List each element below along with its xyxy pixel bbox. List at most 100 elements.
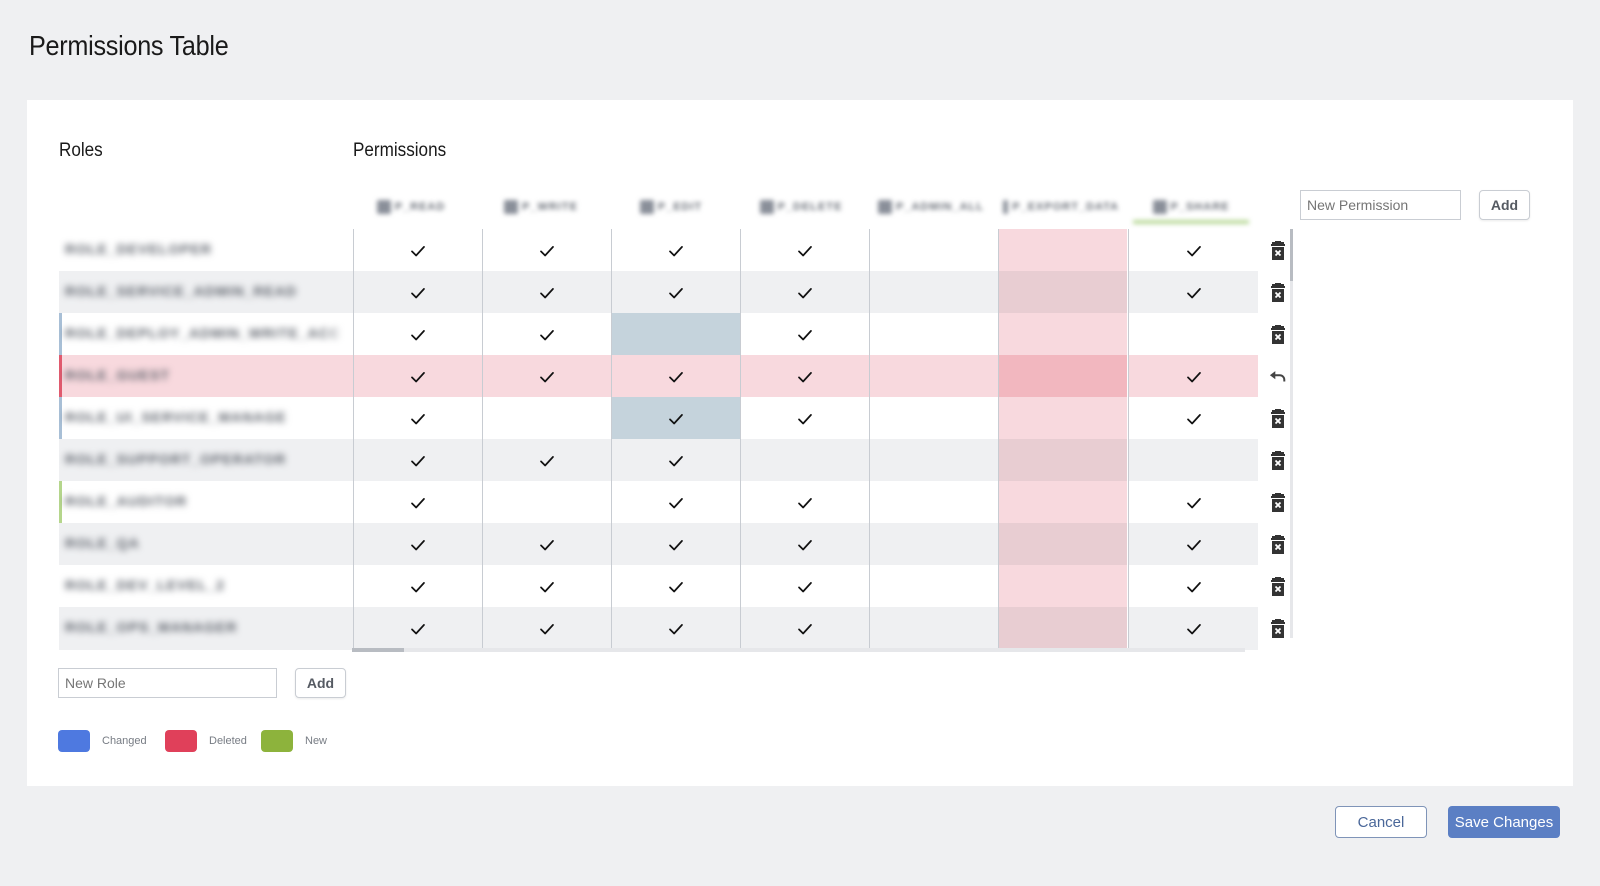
permission-cell[interactable] bbox=[1128, 439, 1258, 482]
vertical-scrollbar[interactable] bbox=[1290, 229, 1293, 638]
role-cell[interactable]: ROLE_SERVICE_ADMIN_READ bbox=[59, 271, 353, 314]
permission-cell[interactable] bbox=[740, 439, 869, 482]
permission-cell[interactable] bbox=[482, 565, 611, 608]
permission-cell[interactable] bbox=[353, 481, 482, 524]
permission-cell[interactable] bbox=[1128, 313, 1258, 356]
legend-new-label: New bbox=[305, 735, 328, 747]
column-header-5[interactable]: P_ADMIN_ALL bbox=[873, 195, 989, 219]
save-changes-button[interactable]: Save Changes bbox=[1448, 806, 1560, 838]
role-cell[interactable]: ROLE_DEVELOPER bbox=[59, 229, 353, 272]
permission-cell[interactable] bbox=[869, 439, 998, 482]
permission-cell[interactable] bbox=[740, 607, 869, 650]
permission-cell[interactable] bbox=[998, 565, 1127, 608]
add-permission-button[interactable]: Add bbox=[1479, 190, 1530, 220]
permission-cell[interactable] bbox=[869, 229, 998, 272]
permission-cell[interactable] bbox=[740, 397, 869, 440]
permission-cell[interactable] bbox=[740, 271, 869, 314]
role-cell[interactable]: ROLE_OPS_MANAGER bbox=[59, 607, 353, 650]
permission-cell[interactable] bbox=[482, 607, 611, 650]
permission-cell[interactable] bbox=[353, 397, 482, 440]
permission-cell[interactable] bbox=[869, 271, 998, 314]
permission-cell[interactable] bbox=[482, 355, 611, 398]
vertical-scrollbar-thumb[interactable] bbox=[1290, 229, 1293, 281]
cancel-button[interactable]: Cancel bbox=[1335, 806, 1427, 838]
permission-cell[interactable] bbox=[740, 313, 869, 356]
permission-cell[interactable] bbox=[998, 481, 1127, 524]
permission-cell[interactable] bbox=[353, 229, 482, 272]
permission-cell[interactable] bbox=[869, 313, 998, 356]
permission-cell[interactable] bbox=[482, 481, 611, 524]
permission-cell[interactable] bbox=[482, 271, 611, 314]
permission-cell[interactable] bbox=[482, 439, 611, 482]
permission-cell[interactable] bbox=[611, 313, 740, 356]
permission-cell[interactable] bbox=[1128, 565, 1258, 608]
trash-icon bbox=[1271, 450, 1285, 470]
permission-cell[interactable] bbox=[998, 397, 1127, 440]
role-cell[interactable]: ROLE_GUEST bbox=[59, 355, 353, 398]
permission-cell[interactable] bbox=[611, 523, 740, 566]
column-header-1[interactable]: P_READ bbox=[353, 195, 469, 219]
permission-cell[interactable] bbox=[740, 481, 869, 524]
permission-cell[interactable] bbox=[353, 607, 482, 650]
permission-cell[interactable] bbox=[998, 523, 1127, 566]
permission-cell[interactable] bbox=[611, 397, 740, 440]
permission-cell[interactable] bbox=[1128, 523, 1258, 566]
permission-cell[interactable] bbox=[353, 271, 482, 314]
permission-cell[interactable] bbox=[611, 607, 740, 650]
permission-cell[interactable] bbox=[740, 355, 869, 398]
permission-cell[interactable] bbox=[482, 523, 611, 566]
permission-cell[interactable] bbox=[740, 565, 869, 608]
column-header-7[interactable]: P_SHARE bbox=[1133, 195, 1249, 224]
permission-cell[interactable] bbox=[353, 355, 482, 398]
role-cell[interactable]: ROLE_DEV_LEVEL_2 bbox=[59, 565, 353, 608]
permission-cell[interactable] bbox=[1128, 397, 1258, 440]
permission-cell[interactable] bbox=[353, 439, 482, 482]
permission-cell[interactable] bbox=[1128, 607, 1258, 650]
role-cell[interactable]: ROLE_DEPLOY_ADMIN_WRITE_ACC bbox=[59, 313, 353, 356]
permission-cell[interactable] bbox=[869, 523, 998, 566]
role-cell[interactable]: ROLE_AUDITOR bbox=[59, 481, 353, 524]
permission-cell[interactable] bbox=[869, 355, 998, 398]
permission-cell[interactable] bbox=[740, 523, 869, 566]
column-header-3[interactable]: P_EDIT bbox=[613, 195, 729, 219]
column-header-4[interactable]: P_DELETE bbox=[743, 195, 859, 219]
permission-cell[interactable] bbox=[998, 607, 1127, 650]
permission-cell[interactable] bbox=[998, 229, 1127, 272]
permission-cell[interactable] bbox=[869, 565, 998, 608]
permission-cell[interactable] bbox=[998, 271, 1127, 314]
role-cell[interactable]: ROLE_QA bbox=[59, 523, 353, 566]
permission-cell[interactable] bbox=[1128, 481, 1258, 524]
column-icon bbox=[759, 200, 774, 214]
permission-cell[interactable] bbox=[1128, 355, 1258, 398]
permission-cell[interactable] bbox=[611, 355, 740, 398]
permission-cell[interactable] bbox=[740, 229, 869, 272]
permission-cell[interactable] bbox=[482, 397, 611, 440]
permission-cell[interactable] bbox=[353, 313, 482, 356]
permission-cell[interactable] bbox=[482, 313, 611, 356]
column-header-6[interactable]: P_EXPORT_DATA bbox=[1003, 195, 1119, 219]
permission-cell[interactable] bbox=[611, 229, 740, 272]
permission-cell[interactable] bbox=[611, 565, 740, 608]
horizontal-scrollbar[interactable] bbox=[352, 648, 1245, 652]
permission-cell[interactable] bbox=[998, 439, 1127, 482]
permission-cell[interactable] bbox=[869, 481, 998, 524]
new-role-input[interactable] bbox=[58, 668, 277, 698]
permission-cell[interactable] bbox=[1128, 271, 1258, 314]
column-header-2[interactable]: P_WRITE bbox=[483, 195, 599, 219]
permission-cell[interactable] bbox=[998, 313, 1127, 356]
new-permission-input[interactable] bbox=[1300, 190, 1461, 220]
permission-cell[interactable] bbox=[611, 439, 740, 482]
permission-cell[interactable] bbox=[869, 607, 998, 650]
role-cell[interactable]: ROLE_UI_SERVICE_MANAGE bbox=[59, 397, 353, 440]
role-cell[interactable]: ROLE_SUPPORT_OPERATOR bbox=[59, 439, 353, 482]
permission-cell[interactable] bbox=[611, 481, 740, 524]
permission-cell[interactable] bbox=[482, 229, 611, 272]
permission-cell[interactable] bbox=[869, 397, 998, 440]
permission-cell[interactable] bbox=[353, 523, 482, 566]
horizontal-scrollbar-thumb[interactable] bbox=[352, 648, 404, 652]
permission-cell[interactable] bbox=[353, 565, 482, 608]
add-role-button[interactable]: Add bbox=[295, 668, 346, 698]
permission-cell[interactable] bbox=[998, 355, 1127, 398]
permission-cell[interactable] bbox=[1128, 229, 1258, 272]
permission-cell[interactable] bbox=[611, 271, 740, 314]
